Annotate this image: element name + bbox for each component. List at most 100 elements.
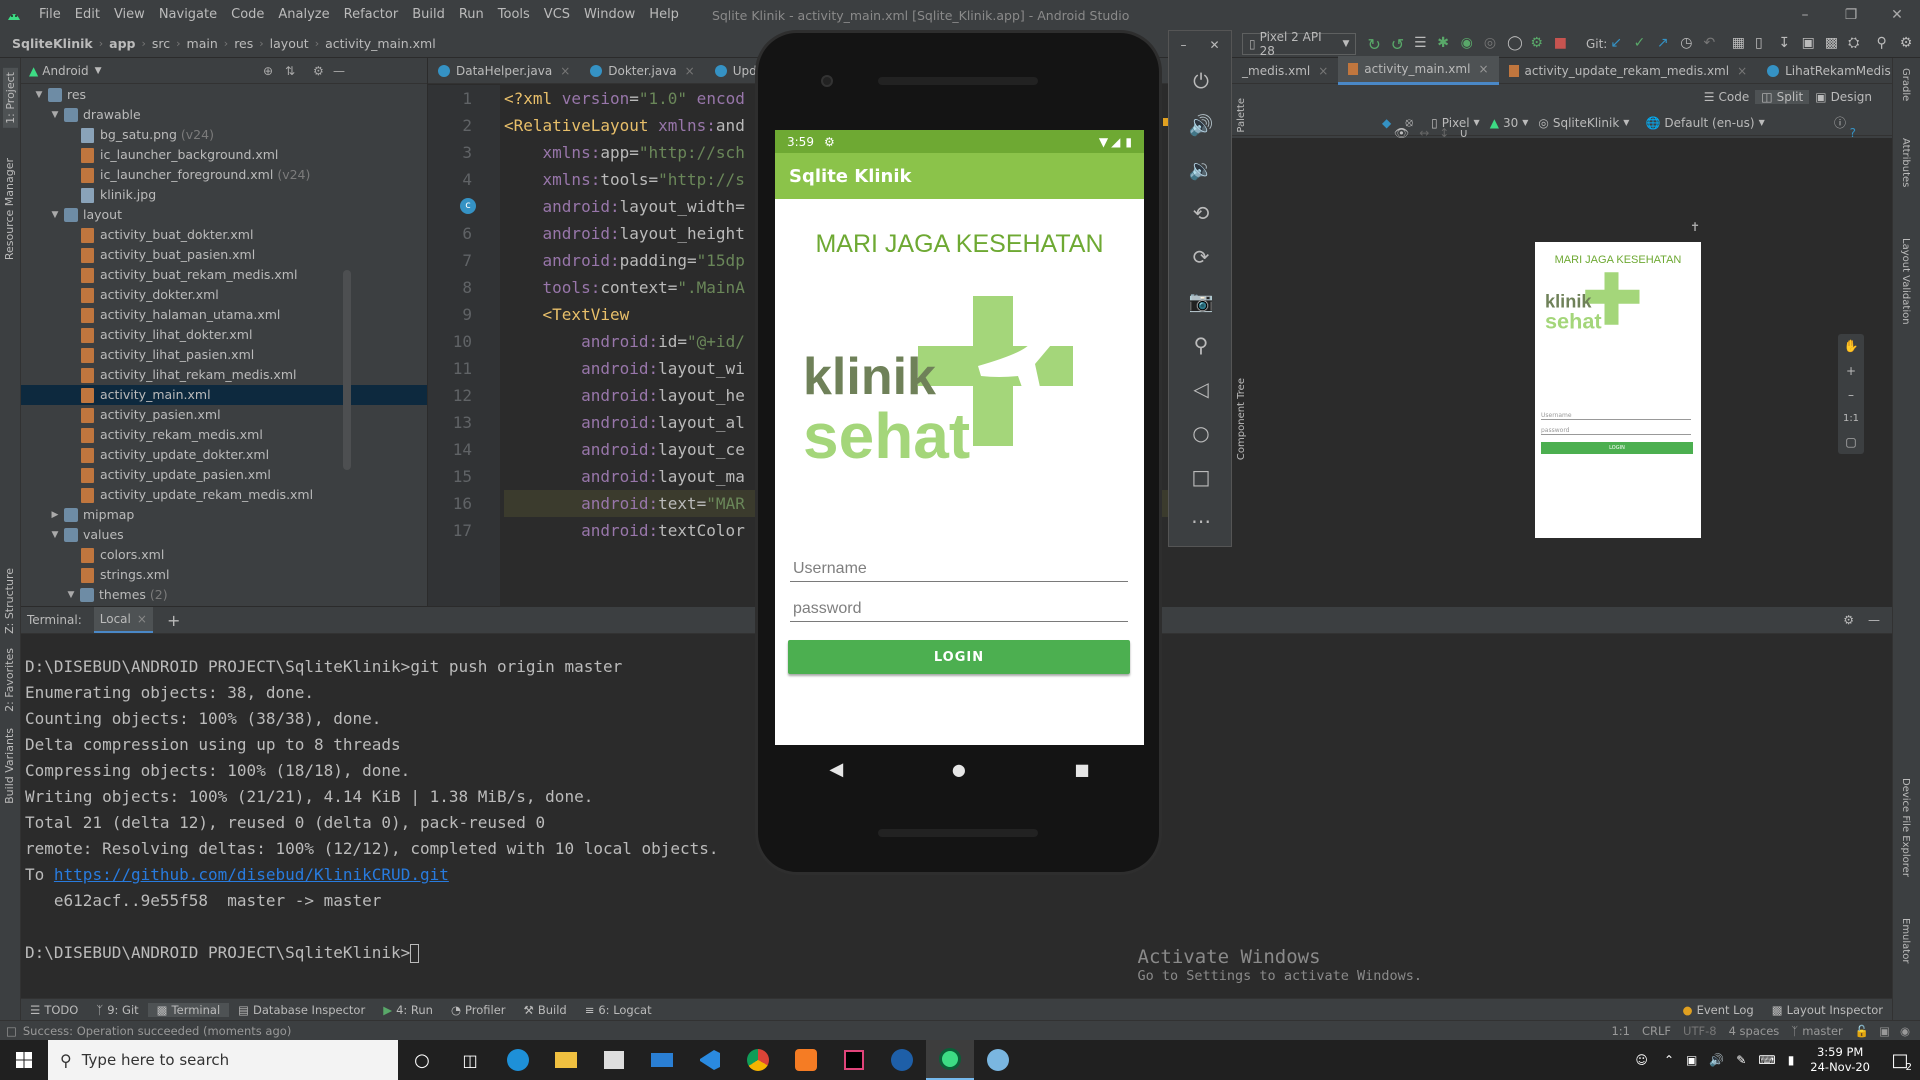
magnet-icon[interactable]: ∪ bbox=[1459, 126, 1468, 140]
line-separator[interactable]: CRLF bbox=[1642, 1024, 1671, 1038]
build-variants-tool-tab[interactable]: Build Variants bbox=[3, 728, 16, 804]
power-icon[interactable]: ⏻ bbox=[1169, 59, 1233, 103]
tree-file[interactable]: activity_lihat_rekam_medis.xml bbox=[21, 365, 427, 385]
indent-setting[interactable]: 4 spaces bbox=[1729, 1024, 1780, 1038]
gear-icon[interactable]: ⚙ bbox=[1843, 613, 1854, 627]
menu-item-window[interactable]: Window bbox=[577, 0, 642, 30]
terminal-tool-tab[interactable]: ▩ Terminal bbox=[147, 1002, 230, 1017]
emulator-close-icon[interactable]: ✕ bbox=[1209, 38, 1219, 52]
app-icon[interactable] bbox=[878, 1040, 926, 1080]
start-button[interactable] bbox=[0, 1040, 48, 1080]
tree-file[interactable]: activity_lihat_pasien.xml bbox=[21, 345, 427, 365]
caret-position[interactable]: 1:1 bbox=[1611, 1024, 1630, 1038]
nav-back-icon[interactable]: ◀ bbox=[829, 759, 843, 780]
debug-icon[interactable]: ✱ bbox=[1437, 35, 1454, 53]
horizontal-constraint-icon[interactable]: ↔ bbox=[1419, 126, 1429, 140]
sdk-manager-icon[interactable]: ↧ bbox=[1778, 35, 1795, 53]
tree-file[interactable]: activity_buat_dokter.xml bbox=[21, 225, 427, 245]
taskbar-search[interactable]: ⚲ Type here to search bbox=[48, 1040, 398, 1080]
event-log-tool-tab[interactable]: ● Event Log bbox=[1674, 1003, 1763, 1017]
tree-folder[interactable]: ▼ layout bbox=[21, 205, 427, 225]
git-commit-icon[interactable]: ✓ bbox=[1634, 35, 1651, 53]
profiler-tool-tab[interactable]: ◔ Profiler bbox=[442, 1003, 515, 1017]
git-push-icon[interactable]: ↗ bbox=[1657, 35, 1674, 53]
tree-file[interactable]: activity_update_dokter.xml bbox=[21, 445, 427, 465]
more-icon[interactable]: ⋯ bbox=[1169, 499, 1233, 543]
layout-inspector-icon[interactable]: ▩ bbox=[1825, 35, 1842, 53]
minimize-button[interactable]: – bbox=[1782, 0, 1828, 30]
profile-icon[interactable]: ◉ bbox=[1461, 35, 1478, 53]
tree-file[interactable]: colors.xml bbox=[21, 545, 427, 565]
tree-folder[interactable]: ▼ res bbox=[21, 85, 427, 105]
menu-item-vcs[interactable]: VCS bbox=[537, 0, 577, 30]
tab-medis[interactable]: _medis.xml × bbox=[1232, 58, 1338, 84]
breadcrumb-layout[interactable]: layout bbox=[266, 36, 313, 51]
tree-file[interactable]: activity_rekam_medis.xml bbox=[21, 425, 427, 445]
network-icon[interactable]: ▣ bbox=[1686, 1053, 1697, 1067]
theme-dropdown[interactable]: SqliteKlinik bbox=[1553, 116, 1619, 130]
vscode-icon[interactable] bbox=[686, 1040, 734, 1080]
tree-folder[interactable]: ▼ drawable bbox=[21, 105, 427, 125]
todo-tool-tab[interactable]: ☰ TODO bbox=[21, 1003, 87, 1017]
nav-recents-icon[interactable]: ■ bbox=[1075, 760, 1090, 779]
lock-icon[interactable]: 🔓 bbox=[1855, 1024, 1869, 1038]
close-icon[interactable]: × bbox=[137, 612, 147, 626]
database-inspector-tool-tab[interactable]: ▤ Database Inspector bbox=[229, 1003, 374, 1017]
username-input[interactable]: Username bbox=[790, 560, 1128, 582]
info-icon[interactable]: ⓘ bbox=[1834, 114, 1846, 131]
tree-file[interactable]: strings.xml bbox=[21, 565, 427, 585]
breadcrumb-project[interactable]: SqliteKlinik bbox=[8, 36, 97, 51]
chevron-down-icon[interactable]: ▼ bbox=[65, 585, 77, 605]
search-icon[interactable]: ⚲ bbox=[1876, 35, 1893, 53]
git-tool-tab[interactable]: ᛉ 9: Git bbox=[87, 1003, 147, 1017]
camera-icon[interactable]: 📷 bbox=[1169, 279, 1233, 323]
menu-item-view[interactable]: View bbox=[107, 0, 152, 30]
zoom-in-icon[interactable]: + bbox=[1846, 364, 1856, 378]
chevron-down-icon[interactable]: ▼ bbox=[49, 525, 61, 545]
volume-icon[interactable]: 🔊 bbox=[1709, 1053, 1724, 1067]
locale-dropdown[interactable]: Default (en-us) bbox=[1664, 116, 1754, 130]
settings-icon[interactable]: ⚙ bbox=[1900, 35, 1917, 53]
rotate-left-icon[interactable]: ⟲ bbox=[1169, 191, 1233, 235]
clock[interactable]: 3:59 PM 24-Nov-20 bbox=[1810, 1045, 1870, 1075]
xampp-icon[interactable] bbox=[782, 1040, 830, 1080]
gradle-tool-tab[interactable]: Gradle bbox=[1900, 68, 1911, 101]
zoom-icon[interactable]: ⚲ bbox=[1169, 323, 1233, 367]
emulator-minimize-icon[interactable]: – bbox=[1180, 38, 1186, 52]
close-window-button[interactable]: ✕ bbox=[1874, 0, 1920, 30]
people-icon[interactable]: ☺ bbox=[1635, 1053, 1648, 1067]
chevron-down-icon[interactable]: ▼ bbox=[49, 105, 61, 125]
resource-manager-tool-tab[interactable]: Resource Manager bbox=[3, 158, 16, 260]
tree-folder[interactable]: ▶ mipmap bbox=[21, 505, 427, 525]
status-message[interactable]: Success: Operation succeeded (moments ag… bbox=[23, 1024, 291, 1038]
volume-down-icon[interactable]: 🔉 bbox=[1169, 147, 1233, 191]
menu-item-build[interactable]: Build bbox=[405, 0, 452, 30]
chevron-down-icon[interactable]: ▼ bbox=[49, 205, 61, 225]
menu-item-run[interactable]: Run bbox=[452, 0, 491, 30]
language-icon[interactable]: ▮ bbox=[1788, 1053, 1795, 1067]
emulator-taskbar-icon[interactable] bbox=[974, 1040, 1022, 1080]
tree-file[interactable]: ic_launcher_background.xml bbox=[21, 145, 427, 165]
task-view-icon[interactable]: ◫ bbox=[446, 1040, 494, 1080]
tree-file[interactable]: activity_pasien.xml bbox=[21, 405, 427, 425]
menu-item-code[interactable]: Code bbox=[224, 0, 271, 30]
design-mode-button[interactable]: ▣ Design bbox=[1809, 90, 1878, 104]
menu-item-tools[interactable]: Tools bbox=[491, 0, 537, 30]
tree-file[interactable]: klinik.jpg bbox=[21, 185, 427, 205]
tree-file[interactable]: activity_dokter.xml bbox=[21, 285, 427, 305]
help-icon[interactable]: ? bbox=[1850, 126, 1856, 140]
keyboard-icon[interactable]: ⌨ bbox=[1758, 1053, 1775, 1067]
run-tool-tab[interactable]: ▶ 4: Run bbox=[374, 1003, 442, 1017]
hide-panel-icon[interactable]: — bbox=[333, 64, 345, 78]
menu-item-help[interactable]: Help bbox=[642, 0, 686, 30]
password-input[interactable]: password bbox=[790, 600, 1128, 622]
action-center-icon[interactable]: □ 2 bbox=[1880, 1050, 1920, 1073]
android-studio-taskbar-icon[interactable] bbox=[926, 1040, 974, 1080]
view-mode-selector[interactable]: Android bbox=[42, 64, 88, 78]
memory-icon[interactable]: ▣ bbox=[1879, 1024, 1890, 1038]
file-encoding[interactable]: UTF-8 bbox=[1683, 1024, 1717, 1038]
tree-file[interactable]: bg_satu.png (v24) bbox=[21, 125, 427, 145]
tab-update-rekam[interactable]: activity_update_rekam_medis.xml × bbox=[1499, 58, 1758, 84]
tree-file[interactable]: activity_update_pasien.xml bbox=[21, 465, 427, 485]
context-class-icon[interactable]: c bbox=[460, 198, 476, 214]
